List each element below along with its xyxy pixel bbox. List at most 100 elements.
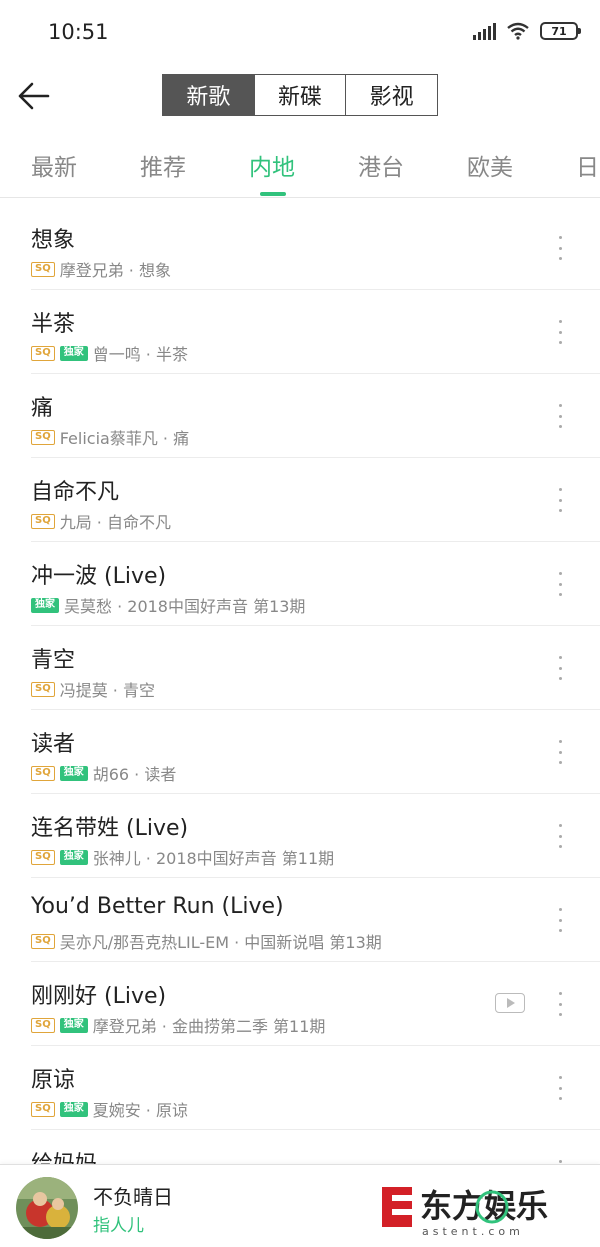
segmented-control: 新歌 新碟 影视: [162, 74, 438, 116]
back-button[interactable]: [14, 76, 54, 116]
sq-badge: SQ: [31, 429, 55, 445]
tab-hk-tw[interactable]: 港台: [358, 148, 404, 182]
song-title: You’d Better Run (Live): [31, 894, 284, 919]
region-tabs: 最新 推荐 内地 港台 欧美 日: [0, 128, 600, 198]
battery-icon: 71: [540, 22, 581, 40]
segment-new-songs[interactable]: 新歌: [163, 75, 255, 115]
signal-icon: [473, 22, 496, 40]
tab-latest[interactable]: 最新: [31, 148, 77, 182]
more-options-icon[interactable]: [556, 572, 564, 596]
song-meta: SQ 独家 张神儿 · 2018中国好声音 第11期: [31, 847, 335, 868]
more-options-icon[interactable]: [556, 236, 564, 260]
status-time: 10:51: [48, 20, 109, 44]
more-options-icon[interactable]: [556, 824, 564, 848]
sq-badge: SQ: [31, 513, 55, 529]
watermark-logo: 东方娱乐 astent.com: [382, 1187, 548, 1238]
sq-badge: SQ: [31, 1017, 55, 1033]
song-artist-album: Felicia蔡菲凡 · 痛: [59, 429, 190, 448]
song-row[interactable]: 原谅 SQ 独家 夏婉安 · 原谅: [31, 1046, 600, 1130]
song-title: 原谅: [31, 1068, 76, 1093]
song-meta: SQ 独家 曾一鸣 · 半茶: [31, 343, 188, 364]
more-options-icon[interactable]: [556, 1076, 564, 1100]
tab-western[interactable]: 欧美: [467, 148, 513, 182]
song-title: 读者: [31, 732, 76, 757]
more-options-icon[interactable]: [556, 320, 564, 344]
sq-badge: SQ: [31, 849, 55, 865]
song-row[interactable]: 连名带姓 (Live) SQ 独家 张神儿 · 2018中国好声音 第11期: [31, 794, 600, 878]
song-title: 青空: [31, 648, 76, 673]
battery-level: 71: [551, 24, 567, 38]
song-meta: SQ 摩登兄弟 · 想象: [31, 259, 171, 280]
song-meta: SQ 九局 · 自命不凡: [31, 511, 171, 532]
mini-player[interactable]: 不负晴日 指人儿 东方娱乐 astent.com: [0, 1164, 600, 1247]
song-meta: SQ 吴亦凡/那吾克热LIL-EM · 中国新说唱 第13期: [31, 931, 382, 952]
header: 新歌 新碟 影视: [0, 66, 600, 128]
song-artist-album: 九局 · 自命不凡: [59, 513, 171, 532]
status-bar: 10:51 71: [0, 0, 600, 66]
more-options-icon[interactable]: [556, 656, 564, 680]
more-options-icon[interactable]: [556, 404, 564, 428]
song-row[interactable]: 半茶 SQ 独家 曾一鸣 · 半茶: [31, 290, 600, 374]
more-options-icon[interactable]: [556, 488, 564, 512]
song-artist-album: 张神儿 · 2018中国好声音 第11期: [92, 849, 335, 868]
song-artist-album: 曾一鸣 · 半茶: [92, 345, 188, 364]
song-meta: SQ 独家 夏婉安 · 原谅: [31, 1099, 188, 1120]
song-meta: SQ 独家 胡66 · 读者: [31, 763, 177, 784]
song-row[interactable]: 冲一波 (Live) 独家 吴莫愁 · 2018中国好声音 第13期: [31, 542, 600, 626]
exclusive-badge: 独家: [59, 849, 88, 865]
song-row[interactable]: 读者 SQ 独家 胡66 · 读者: [31, 710, 600, 794]
song-title: 连名带姓 (Live): [31, 816, 189, 841]
song-title: 自命不凡: [31, 480, 120, 505]
song-row[interactable]: 刚刚好 (Live) SQ 独家 摩登兄弟 · 金曲捞第二季 第11期: [31, 962, 600, 1046]
sq-badge: SQ: [31, 345, 55, 361]
song-artist-album: 冯提莫 · 青空: [59, 681, 155, 700]
song-artist-album: 胡66 · 读者: [92, 765, 177, 784]
song-artist-album: 夏婉安 · 原谅: [92, 1101, 188, 1120]
sq-badge: SQ: [31, 765, 55, 781]
song-title: 想象: [31, 228, 76, 253]
exclusive-badge: 独家: [59, 345, 88, 361]
mv-play-icon[interactable]: [495, 993, 525, 1013]
svg-text:astent.com: astent.com: [422, 1225, 524, 1238]
sq-badge: SQ: [31, 933, 55, 949]
song-meta: SQ 冯提莫 · 青空: [31, 679, 155, 700]
back-arrow-icon: [18, 82, 50, 110]
sq-badge: SQ: [31, 261, 55, 277]
song-title: 痛: [31, 396, 54, 421]
segment-new-albums[interactable]: 新碟: [254, 75, 347, 115]
tab-recommended[interactable]: 推荐: [140, 148, 186, 182]
sq-badge: SQ: [31, 1101, 55, 1117]
song-meta: SQ Felicia蔡菲凡 · 痛: [31, 427, 190, 448]
player-song-title: 不负晴日: [93, 1185, 173, 1209]
album-cover[interactable]: [16, 1177, 78, 1239]
more-options-icon[interactable]: [556, 740, 564, 764]
song-artist-album: 摩登兄弟 · 金曲捞第二季 第11期: [92, 1017, 326, 1036]
status-icons: 71: [473, 22, 581, 40]
song-artist-album: 吴亦凡/那吾克热LIL-EM · 中国新说唱 第13期: [59, 933, 382, 952]
song-title: 刚刚好 (Live): [31, 984, 167, 1009]
tab-indicator: [260, 192, 286, 196]
song-artist-album: 吴莫愁 · 2018中国好声音 第13期: [64, 597, 306, 616]
exclusive-badge: 独家: [59, 1101, 88, 1117]
song-row[interactable]: You’d Better Run (Live) SQ 吴亦凡/那吾克热LIL-EM …: [31, 878, 600, 962]
song-artist-album: 摩登兄弟 · 想象: [59, 261, 171, 280]
sq-badge: SQ: [31, 681, 55, 697]
song-row[interactable]: 痛 SQ Felicia蔡菲凡 · 痛: [31, 374, 600, 458]
song-title: 半茶: [31, 312, 76, 337]
tab-mainland[interactable]: 内地: [249, 148, 295, 182]
song-title: 冲一波 (Live): [31, 564, 167, 589]
song-row[interactable]: 想象 SQ 摩登兄弟 · 想象: [31, 206, 600, 290]
song-title: 给妈妈: [31, 1146, 97, 1164]
song-row[interactable]: 给妈妈: [31, 1130, 600, 1164]
song-row[interactable]: 青空 SQ 冯提莫 · 青空: [31, 626, 600, 710]
exclusive-badge: 独家: [59, 1017, 88, 1033]
segment-film-tv[interactable]: 影视: [346, 75, 438, 115]
tab-japan[interactable]: 日: [576, 148, 599, 182]
song-list: 想象 SQ 摩登兄弟 · 想象 半茶 SQ 独家 曾一鸣 · 半茶痛 SQ Felicia蔡菲凡…: [0, 206, 600, 1164]
player-artist: 指人儿: [93, 1216, 144, 1236]
exclusive-badge: 独家: [59, 765, 88, 781]
song-row[interactable]: 自命不凡 SQ 九局 · 自命不凡: [31, 458, 600, 542]
more-options-icon[interactable]: [556, 908, 564, 932]
song-meta: SQ 独家 摩登兄弟 · 金曲捞第二季 第11期: [31, 1015, 326, 1036]
more-options-icon[interactable]: [556, 992, 564, 1016]
